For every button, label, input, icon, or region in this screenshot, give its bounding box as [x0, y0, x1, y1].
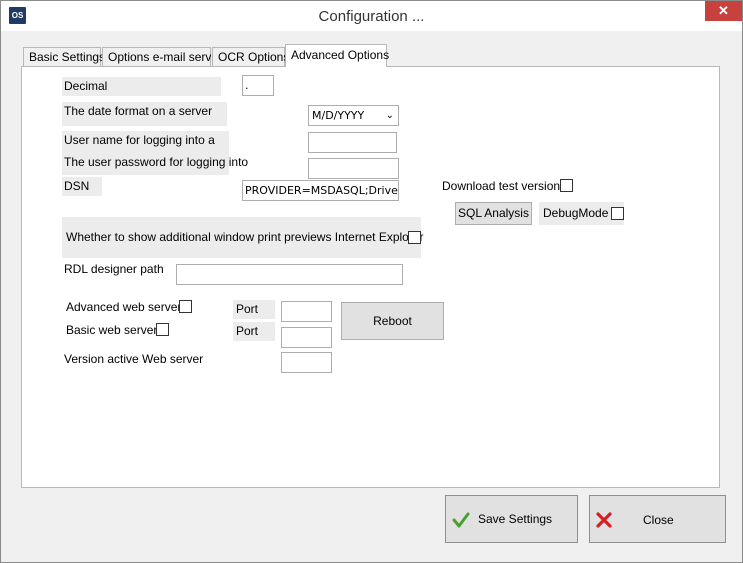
window-close-button[interactable]: ✕: [705, 1, 742, 21]
dsn-label: DSN: [62, 177, 102, 196]
date-format-value: M/D/YYYY: [312, 109, 365, 122]
basic-web-server-checkbox[interactable]: [156, 323, 169, 336]
close-icon: [596, 512, 612, 528]
tab-options-email-server[interactable]: Options e-mail server: [102, 47, 222, 67]
basic-web-server-label: Basic web server: [66, 323, 158, 337]
rdl-designer-field[interactable]: [176, 264, 403, 285]
chevron-down-icon: ⌄: [385, 110, 394, 121]
sql-analysis-button[interactable]: SQL Analysis: [455, 202, 532, 225]
port-field-2[interactable]: [281, 327, 332, 348]
date-format-label: The date format on a server: [62, 102, 227, 126]
username-label: User name for logging into a: [62, 131, 229, 153]
advanced-web-server-label: Advanced web server: [66, 300, 182, 314]
close-button[interactable]: Close: [589, 495, 726, 543]
print-preview-label: Whether to show additional window print …: [62, 217, 424, 258]
window-title: Configuration ...: [318, 8, 425, 25]
advanced-options-panel: Decimal . The date format on a server M/…: [21, 66, 720, 488]
version-active-web-server-label: Version active Web server: [64, 352, 204, 366]
advanced-web-server-checkbox[interactable]: [179, 300, 192, 313]
decimal-field[interactable]: .: [242, 75, 274, 96]
title-bar[interactable]: OS Configuration ... ✕: [1, 1, 742, 31]
save-settings-button[interactable]: Save Settings: [445, 495, 578, 543]
username-field[interactable]: [308, 132, 397, 153]
tab-ocr-options[interactable]: OCR Options: [212, 47, 289, 67]
port-label-1: Port: [233, 300, 275, 319]
print-preview-checkbox[interactable]: [408, 231, 421, 244]
version-active-web-server-field[interactable]: [281, 352, 332, 373]
checkmark-icon: [452, 512, 470, 528]
close-label: Close: [643, 513, 674, 527]
save-settings-label: Save Settings: [478, 512, 553, 526]
password-label: The user password for logging into: [62, 153, 248, 175]
configuration-window: OS Configuration ... ✕ Basic Settings Op…: [0, 0, 743, 563]
dsn-field[interactable]: PROVIDER=MSDASQL;Driver=: [242, 180, 399, 201]
download-test-checkbox[interactable]: [560, 179, 573, 192]
port-label-2: Port: [233, 322, 275, 341]
date-format-select[interactable]: M/D/YYYY ⌄: [308, 105, 399, 126]
reboot-button[interactable]: Reboot: [341, 302, 444, 340]
decimal-label: Decimal: [62, 77, 221, 96]
port-field-1[interactable]: [281, 301, 332, 322]
rdl-designer-label: RDL designer path: [64, 262, 164, 276]
tab-advanced-options[interactable]: Advanced Options: [285, 44, 389, 67]
download-test-label: Download test versions: [442, 179, 567, 193]
tab-basic-settings[interactable]: Basic Settings: [23, 47, 105, 67]
password-field[interactable]: [308, 158, 399, 179]
debug-mode-checkbox[interactable]: [611, 207, 624, 220]
